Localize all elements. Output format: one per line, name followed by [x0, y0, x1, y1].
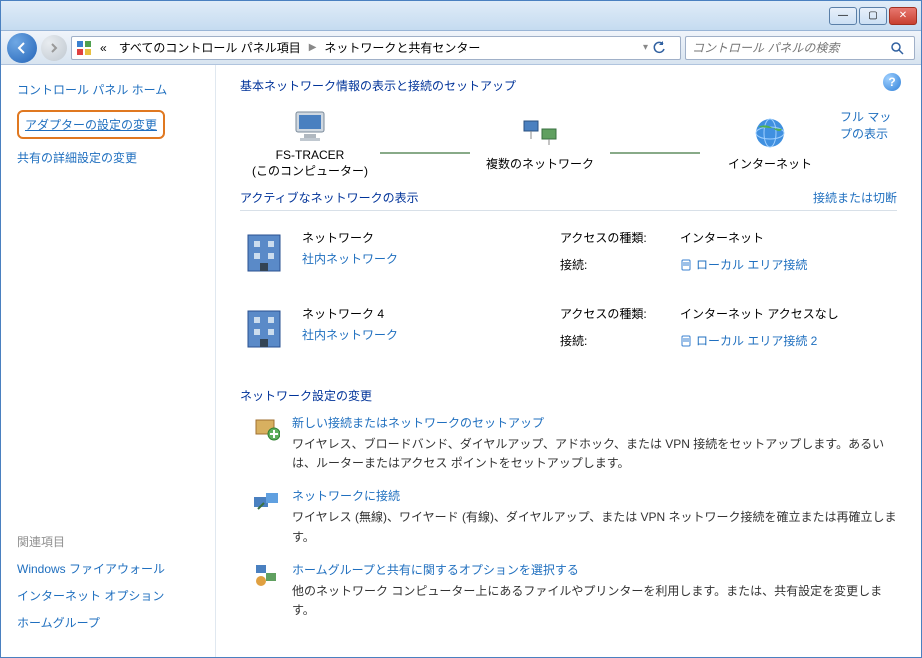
setup-connection-item: 新しい接続またはネットワークのセットアップ ワイヤレス、ブロードバンド、ダイヤル… [240, 414, 897, 473]
homegroup-options-item: ホームグループと共有に関するオプションを選択する 他のネットワーク コンピュータ… [240, 561, 897, 620]
active-networks-heading: アクティブなネットワークの表示 [240, 189, 419, 206]
refresh-icon [652, 41, 666, 55]
back-button[interactable] [7, 33, 37, 63]
search-bar[interactable] [685, 36, 915, 60]
setup-connection-icon [252, 414, 280, 442]
work-network-icon [240, 229, 288, 277]
advanced-sharing-link[interactable]: 共有の詳細設定の変更 [17, 149, 199, 166]
connect-network-icon [252, 487, 280, 515]
chevron-right-icon: ▶ [309, 42, 317, 53]
sidebar: コントロール パネル ホーム アダプターの設定の変更 共有の詳細設定の変更 関連… [1, 65, 216, 657]
arrow-left-icon [15, 41, 29, 55]
internet-options-link[interactable]: インターネット オプション [17, 587, 199, 604]
maximize-button[interactable]: ▢ [859, 7, 887, 25]
setup-connection-link[interactable]: 新しい接続またはネットワークのセットアップ [292, 414, 897, 431]
search-button[interactable] [890, 41, 914, 55]
map-node-label: インターネット [728, 155, 812, 172]
breadcrumb-current[interactable]: ネットワークと共有センター [320, 37, 484, 58]
close-button[interactable]: ✕ [889, 7, 917, 25]
related-heading: 関連項目 [17, 533, 199, 550]
network-entry: ネットワーク 社内ネットワーク アクセスの種類: インターネット 接続: ローカ… [240, 221, 897, 297]
network-name: ネットワーク [302, 229, 398, 246]
adapter-settings-link[interactable]: アダプターの設定の変更 [17, 110, 165, 139]
map-node-label: FS-TRACER [276, 148, 345, 162]
network-type-link[interactable]: 社内ネットワーク [302, 326, 398, 343]
navbar: « すべてのコントロール パネル項目 ▶ ネットワークと共有センター ▾ [1, 31, 921, 65]
search-input[interactable] [686, 41, 890, 55]
network-settings-heading: ネットワーク設定の変更 [240, 387, 897, 404]
minimize-icon: — [838, 10, 848, 21]
close-icon: ✕ [899, 10, 907, 21]
connection-link[interactable]: ローカル エリア接続 2 [680, 332, 817, 349]
arrow-right-icon [48, 42, 60, 54]
refresh-button[interactable] [652, 41, 676, 55]
breadcrumb-prefix[interactable]: « [96, 39, 111, 57]
address-bar[interactable]: « すべてのコントロール パネル項目 ▶ ネットワークと共有センター ▾ [71, 36, 681, 60]
computer-icon [290, 108, 330, 144]
minimize-button[interactable]: — [829, 7, 857, 25]
network-name: ネットワーク 4 [302, 305, 398, 322]
access-type-label: アクセスの種類: [560, 305, 660, 322]
access-type-value: インターネット [680, 229, 764, 246]
homegroup-options-desc: 他のネットワーク コンピューター上にあるファイルやプリンターを利用します。または… [292, 582, 897, 620]
map-node-internet: インターネット [700, 115, 840, 172]
connection-label: 接続: [560, 256, 660, 273]
access-type-value: インターネット アクセスなし [680, 305, 839, 322]
connect-network-item: ネットワークに接続 ワイヤレス (無線)、ワイヤード (有線)、ダイヤルアップ、… [240, 487, 897, 546]
connect-disconnect-link[interactable]: 接続または切断 [813, 189, 897, 206]
map-connector [380, 152, 470, 154]
network-map: FS-TRACER (このコンピューター) 複数のネットワーク インターネット [240, 108, 897, 179]
access-type-label: アクセスの種類: [560, 229, 660, 246]
map-node-sublabel: (このコンピューター) [252, 162, 368, 179]
titlebar: — ▢ ✕ [1, 1, 921, 31]
ethernet-icon [680, 334, 692, 348]
search-icon [890, 41, 904, 55]
forward-button [41, 35, 67, 61]
connect-network-link[interactable]: ネットワークに接続 [292, 487, 897, 504]
page-title: 基本ネットワーク情報の表示と接続のセットアップ [240, 77, 897, 94]
help-icon: ? [888, 75, 895, 89]
full-map-link[interactable]: フル マップの表示 [840, 108, 897, 142]
networks-icon [520, 115, 560, 151]
connect-network-desc: ワイヤレス (無線)、ワイヤード (有線)、ダイヤルアップ、または VPN ネッ… [292, 508, 897, 546]
control-panel-home-link[interactable]: コントロール パネル ホーム [17, 81, 199, 98]
map-connector [610, 152, 700, 154]
main-content: ? 基本ネットワーク情報の表示と接続のセットアップ FS-TRACER (このコ… [216, 65, 921, 657]
network-center-icon [76, 40, 92, 56]
connection-link[interactable]: ローカル エリア接続 [680, 256, 807, 273]
maximize-icon: ▢ [868, 10, 877, 21]
homegroup-options-link[interactable]: ホームグループと共有に関するオプションを選択する [292, 561, 897, 578]
work-network-icon [240, 305, 288, 353]
map-node-computer: FS-TRACER (このコンピューター) [240, 108, 380, 179]
network-entry: ネットワーク 4 社内ネットワーク アクセスの種類: インターネット アクセスな… [240, 297, 897, 373]
breadcrumb-control-panel[interactable]: すべてのコントロール パネル項目 [115, 37, 305, 58]
ethernet-icon [680, 258, 692, 272]
globe-icon [750, 115, 790, 151]
homegroup-link[interactable]: ホームグループ [17, 614, 199, 631]
network-type-link[interactable]: 社内ネットワーク [302, 250, 398, 267]
map-node-label: 複数のネットワーク [486, 155, 594, 172]
map-node-networks: 複数のネットワーク [470, 115, 610, 172]
firewall-link[interactable]: Windows ファイアウォール [17, 560, 199, 577]
connection-label: 接続: [560, 332, 660, 349]
homegroup-icon [252, 561, 280, 589]
setup-connection-desc: ワイヤレス、ブロードバンド、ダイヤルアップ、アドホック、または VPN 接続をセ… [292, 435, 897, 473]
dropdown-icon[interactable]: ▾ [643, 42, 648, 53]
help-button[interactable]: ? [883, 73, 901, 91]
